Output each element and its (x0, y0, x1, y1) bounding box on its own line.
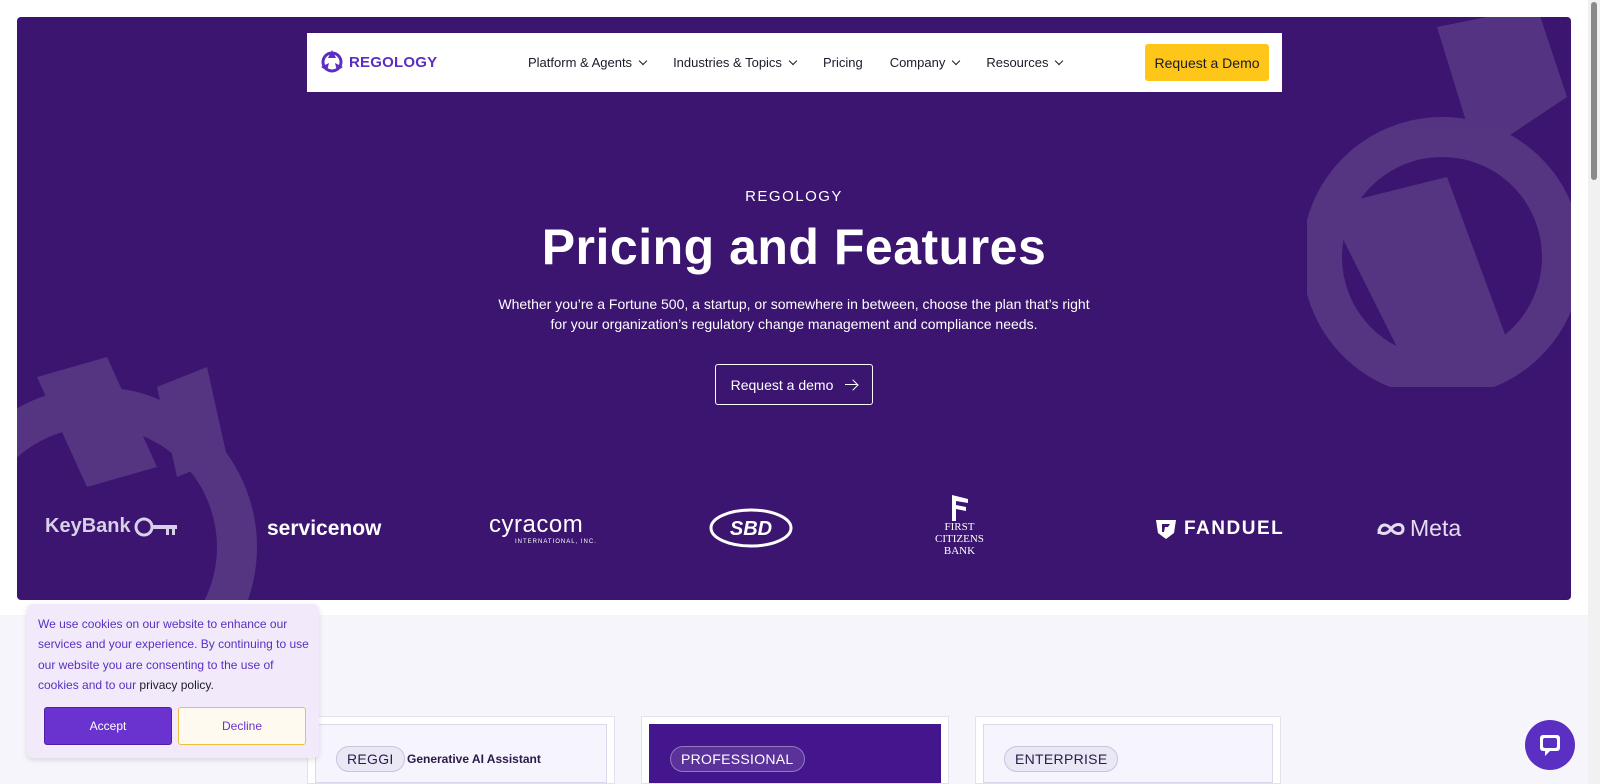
plan-tag: PROFESSIONAL (670, 746, 805, 772)
plan-card-enterprise: ENTERPRISE (975, 716, 1281, 784)
nav-links: Platform & Agents Industries & Topics Pr… (528, 33, 1089, 92)
cyracom-wordmark: cyracom (489, 511, 584, 538)
page-scrollbar[interactable] (1588, 0, 1600, 784)
plan-tag: REGGI (336, 746, 405, 772)
plan-card-reggi: REGGI Generative AI Assistant (307, 716, 615, 784)
client-logo-fanduel: FANDUEL (1154, 517, 1284, 541)
plan-note: Generative AI Assistant (407, 752, 541, 766)
privacy-policy-link[interactable]: privacy policy. (139, 678, 213, 692)
plan-card-professional: PROFESSIONAL (641, 716, 949, 784)
meta-infinity-icon (1377, 522, 1405, 535)
logo-text: REGOLOGY (349, 53, 438, 71)
key-icon (134, 517, 177, 536)
nav-item-pricing[interactable]: Pricing (823, 55, 863, 70)
regology-logo-icon (321, 50, 343, 73)
page-title: Pricing and Features (541, 219, 1047, 275)
plan-tag: ENTERPRISE (1004, 746, 1119, 772)
chat-icon (1540, 735, 1560, 756)
shield-icon (1156, 520, 1176, 539)
nav-item-resources[interactable]: Resources (986, 55, 1064, 70)
chevron-down-icon (638, 56, 648, 65)
arrow-right-icon (845, 380, 858, 390)
hero-eyebrow: REGOLOGY (745, 188, 843, 205)
nav-item-label: Pricing (822, 55, 863, 70)
first-citizens-line: CITIZENS (935, 533, 984, 545)
decline-cookies-button[interactable]: Decline (178, 707, 306, 745)
scrollbar-thumb[interactable] (1591, 2, 1597, 180)
hero-request-demo-label: Request a demo (730, 376, 834, 393)
client-logo-cyracom: cyracom INTERNATIONAL, INC. (489, 511, 597, 545)
cookie-text: We use cookies on our website to enhance… (38, 614, 313, 695)
nav-item-label: Industries & Topics (673, 55, 782, 70)
sbd-logo: SBD (709, 508, 793, 548)
nav-item-label: Resources (986, 55, 1049, 70)
first-citizens-line: FIRST (944, 521, 975, 533)
hero-subtitle-line: Whether you’re a Fortune 500, a startup,… (498, 296, 1090, 312)
plan-card-header: REGGI Generative AI Assistant (315, 724, 607, 783)
sbd-label: SBD (730, 518, 772, 540)
client-logo-first-citizens: FIRST CITIZENS BANK (935, 495, 984, 557)
client-logo-meta: Meta (1375, 515, 1461, 542)
hero-request-demo-button[interactable]: Request a demo (715, 364, 873, 405)
chevron-down-icon (1055, 56, 1064, 65)
nav-item-industries-topics[interactable]: Industries & Topics (673, 55, 798, 70)
regology-logo[interactable]: REGOLOGY (319, 49, 437, 75)
cyracom-subtext: INTERNATIONAL, INC. (515, 539, 597, 545)
cookie-banner: We use cookies on our website to enhance… (27, 604, 319, 758)
request-demo-button[interactable]: Request a Demo (1145, 44, 1269, 81)
nav-item-platform-agents[interactable]: Platform & Agents (528, 55, 648, 70)
hero-subtitle-line: for your organization’s regulatory chang… (550, 316, 1038, 332)
first-citizens-line: BANK (943, 545, 976, 557)
chat-button[interactable] (1525, 720, 1575, 770)
client-logos: KeyBank servicenow cyracom INTERNATIONAL… (0, 495, 1588, 565)
first-citizens-emblem (952, 495, 969, 521)
chevron-down-icon (788, 56, 798, 65)
nav-item-company[interactable]: Company (889, 55, 961, 70)
client-logo-servicenow: servicenow (267, 517, 382, 540)
nav-item-label: Company (889, 55, 946, 70)
top-navigation: REGOLOGY Platform & Agents Industries & … (307, 33, 1282, 92)
plan-card-header: PROFESSIONAL (649, 724, 941, 783)
hero-subtitle: Whether you’re a Fortune 500, a startup,… (494, 294, 1094, 334)
accept-cookies-button[interactable]: Accept (44, 707, 172, 745)
client-logo-sbd: SBD (709, 507, 793, 549)
nav-item-label: Platform & Agents (528, 55, 633, 70)
chevron-down-icon (952, 56, 961, 65)
plan-card-header: ENTERPRISE (983, 724, 1273, 783)
client-logo-keybank: KeyBank (45, 515, 178, 538)
